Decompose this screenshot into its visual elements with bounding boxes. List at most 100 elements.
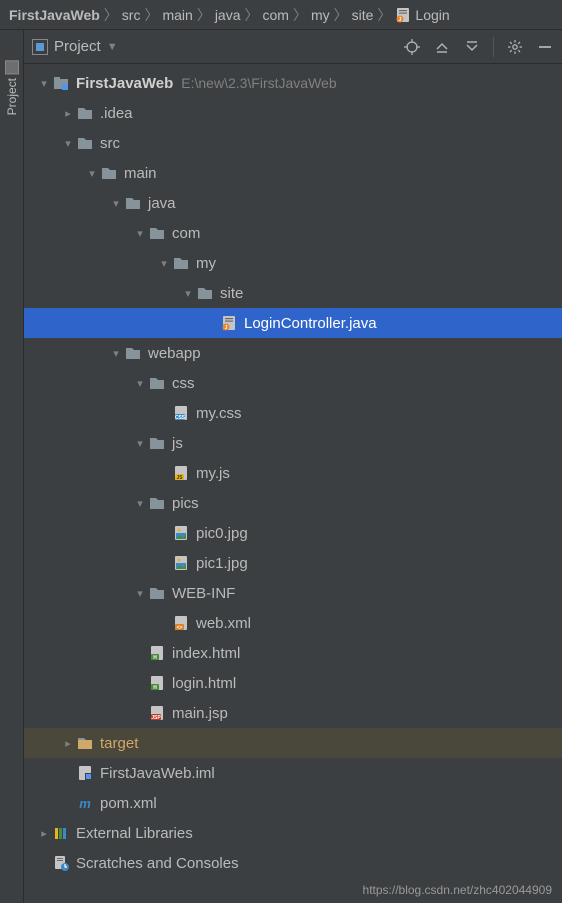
tree-row[interactable]: ▾com: [24, 218, 562, 248]
tree-label: index.html: [172, 645, 240, 662]
tree-row[interactable]: ▸mpom.xml: [24, 788, 562, 818]
tree-label: pic0.jpg: [196, 525, 248, 542]
svg-text:JSP: JSP: [151, 715, 161, 721]
panel-title-text: Project: [54, 38, 101, 55]
breadcrumb-label: java: [215, 7, 241, 23]
chevron-down-icon[interactable]: ▾: [132, 437, 148, 450]
tree-label: java: [148, 195, 176, 212]
tree-row[interactable]: ▾ my: [24, 248, 562, 278]
header-separator: [493, 37, 494, 57]
tree-row[interactable]: ▾js: [24, 428, 562, 458]
tree-row[interactable]: ▸JLoginController.java: [24, 308, 562, 338]
breadcrumb-item[interactable]: JLogin: [392, 7, 452, 23]
chevron-down-icon[interactable]: ▾: [108, 347, 124, 360]
breadcrumb-label: src: [122, 7, 141, 23]
lib-icon: [52, 825, 70, 841]
tree-row[interactable]: ▾ site: [24, 278, 562, 308]
folder-icon: [76, 735, 94, 751]
tree-row[interactable]: ▾pics: [24, 488, 562, 518]
jsp-icon: JSP: [148, 705, 166, 721]
chevron-down-icon[interactable]: ▾: [36, 77, 52, 90]
sidebar-tab-project[interactable]: Project: [5, 60, 19, 115]
folder-icon: [124, 195, 142, 211]
tree-row[interactable]: ▸CSSmy.css: [24, 398, 562, 428]
breadcrumb-item[interactable]: com: [260, 7, 292, 23]
java-icon: J: [220, 315, 238, 331]
breadcrumb-item[interactable]: my: [308, 7, 333, 23]
folder-icon: [148, 225, 166, 241]
chevron-down-icon[interactable]: ▾: [60, 137, 76, 150]
folder-icon: [148, 585, 166, 601]
tree-row[interactable]: ▸Hlogin.html: [24, 668, 562, 698]
tree-row[interactable]: ▸JSPmain.jsp: [24, 698, 562, 728]
breadcrumb-item[interactable]: java: [212, 7, 244, 23]
tree-label: web.xml: [196, 615, 251, 632]
folder-icon: [196, 285, 214, 301]
chevron-down-icon[interactable]: ▾: [84, 167, 100, 180]
tree-row[interactable]: ▸<>web.xml: [24, 608, 562, 638]
breadcrumb-label: site: [352, 7, 374, 23]
folder-icon: [148, 435, 166, 451]
tree-label: .idea: [100, 105, 133, 122]
folder-icon: [148, 375, 166, 391]
html-icon: H: [148, 645, 166, 661]
locate-icon[interactable]: [403, 38, 421, 56]
breadcrumb-item[interactable]: site: [349, 7, 377, 23]
collapse-all-icon[interactable]: [463, 38, 481, 56]
tree-label: webapp: [148, 345, 201, 362]
tree-label: site: [220, 285, 243, 302]
gear-icon[interactable]: [506, 38, 524, 56]
expand-all-icon[interactable]: [433, 38, 451, 56]
tree-row[interactable]: ▸ .idea: [24, 98, 562, 128]
tree-label: WEB-INF: [172, 585, 235, 602]
tree-row[interactable]: ▸ External Libraries: [24, 818, 562, 848]
breadcrumb-item[interactable]: src: [119, 7, 144, 23]
hide-icon[interactable]: [536, 38, 554, 56]
project-tree[interactable]: ▾FirstJavaWebE:\new\2.3\FirstJavaWeb▸.id…: [24, 64, 562, 903]
tree-row[interactable]: ▸pic0.jpg: [24, 518, 562, 548]
breadcrumb-item[interactable]: main: [159, 7, 195, 23]
chevron-down-icon[interactable]: ▾: [132, 497, 148, 510]
tree-row[interactable]: ▾ java: [24, 188, 562, 218]
breadcrumb-label: Login: [415, 7, 449, 23]
project-tab-icon: [5, 60, 19, 74]
tree-label: main.jsp: [172, 705, 228, 722]
chevron-down-icon[interactable]: ▾: [132, 377, 148, 390]
tree-label: External Libraries: [76, 825, 193, 842]
chevron-right-icon[interactable]: ▸: [60, 107, 76, 120]
chevron-down-icon[interactable]: ▾: [132, 587, 148, 600]
tree-row[interactable]: ▸Hindex.html: [24, 638, 562, 668]
sidebar-tab-label-text: Project: [5, 78, 19, 115]
tree-row[interactable]: ▸Scratches and Consoles: [24, 848, 562, 878]
chevron-right-icon: 〉: [376, 5, 392, 25]
chevron-right-icon: 〉: [103, 5, 119, 25]
svg-text:H: H: [153, 655, 157, 661]
chevron-down-icon[interactable]: ▾: [180, 287, 196, 300]
tree-row[interactable]: ▾FirstJavaWebE:\new\2.3\FirstJavaWeb: [24, 68, 562, 98]
tree-label: target: [100, 735, 138, 752]
chevron-right-icon[interactable]: ▸: [36, 827, 52, 840]
breadcrumb[interactable]: FirstJavaWeb〉src〉main〉java〉com〉my〉site〉J…: [0, 0, 562, 30]
html-icon: H: [148, 675, 166, 691]
chevron-right-icon: 〉: [143, 5, 159, 25]
tree-row[interactable]: ▸JSmy.js: [24, 458, 562, 488]
tree-row[interactable]: ▾css: [24, 368, 562, 398]
tree-label: FirstJavaWeb: [76, 75, 173, 92]
chevron-down-icon[interactable]: ▾: [132, 227, 148, 240]
tree-row[interactable]: ▾src: [24, 128, 562, 158]
tree-row[interactable]: ▸FirstJavaWeb.iml: [24, 758, 562, 788]
chevron-right-icon: 〉: [196, 5, 212, 25]
panel-title[interactable]: Project ▼: [32, 38, 403, 55]
tree-row[interactable]: ▾ webapp: [24, 338, 562, 368]
tree-row[interactable]: ▾ WEB-INF: [24, 578, 562, 608]
tree-row[interactable]: ▾main: [24, 158, 562, 188]
chevron-down-icon[interactable]: ▾: [156, 257, 172, 270]
tree-row[interactable]: ▸pic1.jpg: [24, 548, 562, 578]
tree-label: my: [196, 255, 216, 272]
tree-row[interactable]: ▸ target: [24, 728, 562, 758]
chevron-down-icon[interactable]: ▾: [108, 197, 124, 210]
iml-icon: [76, 765, 94, 781]
css-icon: CSS: [172, 405, 190, 421]
chevron-right-icon[interactable]: ▸: [60, 737, 76, 750]
breadcrumb-item[interactable]: FirstJavaWeb: [6, 7, 103, 23]
